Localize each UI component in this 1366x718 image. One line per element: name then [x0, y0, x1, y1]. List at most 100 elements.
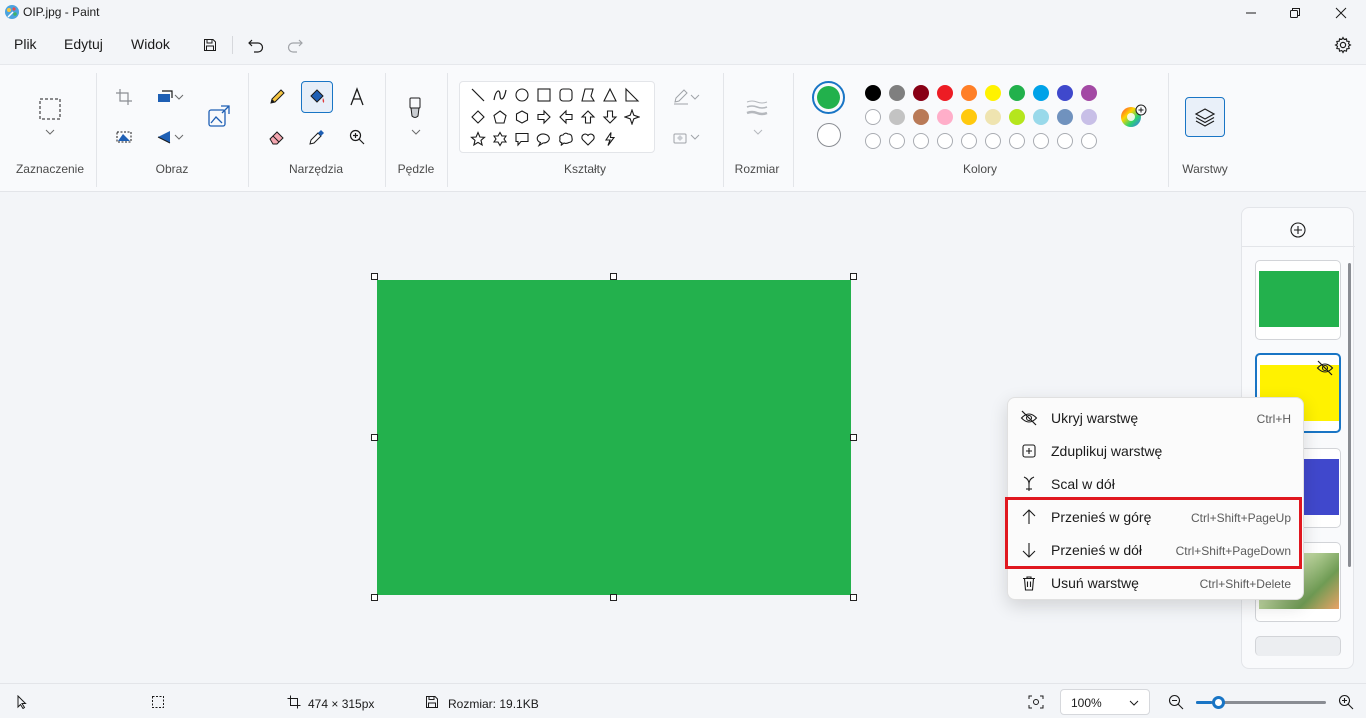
- drawing-canvas[interactable]: [377, 280, 851, 595]
- resize-handle-left[interactable]: [371, 434, 378, 441]
- color-swatch[interactable]: [1081, 109, 1097, 125]
- menu-edit[interactable]: Edytuj: [64, 36, 103, 52]
- brushes-dropdown-chevron[interactable]: [411, 128, 421, 136]
- shape-curve[interactable]: [491, 86, 509, 104]
- color-swatch[interactable]: [865, 85, 881, 101]
- selection-dropdown-chevron[interactable]: [45, 128, 55, 136]
- menu-item-delete-layer[interactable]: Usuń warstwę Ctrl+Shift+Delete: [1008, 567, 1305, 599]
- maximize-button[interactable]: [1272, 0, 1318, 26]
- remove-background-button[interactable]: [109, 122, 139, 152]
- edit-colors-button[interactable]: [1119, 103, 1147, 131]
- color-swatch[interactable]: [937, 85, 953, 101]
- layers-toggle-button[interactable]: [1185, 97, 1225, 137]
- zoom-level-dropdown[interactable]: 100%: [1060, 689, 1150, 715]
- zoom-out-button[interactable]: [1168, 694, 1184, 710]
- shape-six-point-star[interactable]: [491, 130, 509, 148]
- color-swatch[interactable]: [1033, 85, 1049, 101]
- shape-pentagon[interactable]: [491, 108, 509, 126]
- secondary-color-button[interactable]: [817, 123, 841, 147]
- color-swatch[interactable]: [1057, 85, 1073, 101]
- color-swatch[interactable]: [1009, 85, 1025, 101]
- fit-to-window-button[interactable]: [1028, 695, 1044, 709]
- layer-2-hidden-indicator[interactable]: [1316, 360, 1334, 376]
- color-swatch[interactable]: [1057, 133, 1073, 149]
- shape-triangle[interactable]: [601, 86, 619, 104]
- layer-1[interactable]: [1255, 260, 1341, 340]
- color-picker-button[interactable]: [302, 122, 332, 152]
- color-swatch[interactable]: [985, 85, 1001, 101]
- resize-handle-bottom-left[interactable]: [371, 594, 378, 601]
- shape-cloud-callout[interactable]: [557, 130, 575, 148]
- zoom-slider-track[interactable]: [1196, 696, 1326, 709]
- color-swatch[interactable]: [1033, 109, 1049, 125]
- color-swatch[interactable]: [937, 133, 953, 149]
- shape-right-triangle[interactable]: [623, 86, 641, 104]
- color-swatch[interactable]: [961, 109, 977, 125]
- color-swatch[interactable]: [961, 85, 977, 101]
- color-swatch[interactable]: [889, 109, 905, 125]
- resize-button[interactable]: [149, 82, 191, 112]
- menu-item-merge-down[interactable]: Scal w dół: [1008, 468, 1305, 500]
- shape-fill-button[interactable]: [665, 122, 707, 152]
- zoom-slider-thumb[interactable]: [1212, 696, 1225, 709]
- shape-line[interactable]: [469, 86, 487, 104]
- primary-color-button[interactable]: [812, 81, 845, 114]
- image-creator-button[interactable]: [204, 101, 234, 131]
- save-button[interactable]: [196, 31, 224, 59]
- color-swatch[interactable]: [1009, 109, 1025, 125]
- color-swatch[interactable]: [865, 133, 881, 149]
- shape-polygon[interactable]: [579, 86, 597, 104]
- shape-hexagon[interactable]: [513, 108, 531, 126]
- resize-handle-right[interactable]: [850, 434, 857, 441]
- add-layer-button[interactable]: [1289, 221, 1307, 239]
- color-swatch[interactable]: [937, 109, 953, 125]
- menu-view[interactable]: Widok: [131, 36, 170, 52]
- color-swatch[interactable]: [913, 109, 929, 125]
- shape-arrow-up[interactable]: [579, 108, 597, 126]
- fill-tool-button[interactable]: [301, 81, 333, 113]
- crop-button[interactable]: [109, 82, 139, 112]
- zoom-in-button[interactable]: [1338, 694, 1354, 710]
- resize-handle-bottom[interactable]: [610, 594, 617, 601]
- shape-oval[interactable]: [513, 86, 531, 104]
- stroke-size-button[interactable]: [742, 93, 772, 123]
- layers-scrollbar[interactable]: [1348, 263, 1351, 567]
- shape-rectangle[interactable]: [535, 86, 553, 104]
- shape-heart[interactable]: [579, 130, 597, 148]
- magnifier-button[interactable]: [342, 122, 372, 152]
- menu-item-hide-layer[interactable]: Ukryj warstwę Ctrl+H: [1008, 402, 1305, 434]
- color-swatch[interactable]: [1033, 133, 1049, 149]
- menu-file[interactable]: Plik: [14, 36, 37, 52]
- color-swatch[interactable]: [913, 85, 929, 101]
- color-swatch[interactable]: [1081, 85, 1097, 101]
- selection-tool-button[interactable]: [34, 93, 66, 125]
- size-dropdown-chevron[interactable]: [753, 128, 763, 136]
- color-swatch[interactable]: [985, 109, 1001, 125]
- shape-rounded-rectangle[interactable]: [557, 86, 575, 104]
- resize-handle-top[interactable]: [610, 273, 617, 280]
- settings-button[interactable]: [1330, 32, 1356, 58]
- shape-arrow-left[interactable]: [557, 108, 575, 126]
- color-swatch[interactable]: [1057, 109, 1073, 125]
- shape-oval-callout[interactable]: [535, 130, 553, 148]
- color-swatch[interactable]: [889, 133, 905, 149]
- color-swatch[interactable]: [961, 133, 977, 149]
- brushes-button[interactable]: [400, 93, 430, 123]
- shape-outline-button[interactable]: [665, 82, 707, 112]
- color-swatch[interactable]: [889, 85, 905, 101]
- color-swatch[interactable]: [1081, 133, 1097, 149]
- redo-button[interactable]: [281, 31, 309, 59]
- close-button[interactable]: [1318, 0, 1364, 26]
- shape-arrow-down[interactable]: [601, 108, 619, 126]
- resize-handle-top-left[interactable]: [371, 273, 378, 280]
- minimize-button[interactable]: [1228, 0, 1274, 26]
- shape-lightning[interactable]: [601, 130, 619, 148]
- menu-item-duplicate-layer[interactable]: Zduplikuj warstwę: [1008, 435, 1305, 467]
- color-swatch[interactable]: [913, 133, 929, 149]
- resize-handle-top-right[interactable]: [850, 273, 857, 280]
- shape-arrow-right[interactable]: [535, 108, 553, 126]
- color-swatch[interactable]: [865, 109, 881, 125]
- pencil-tool-button[interactable]: [262, 82, 292, 112]
- rotate-button[interactable]: [149, 122, 191, 152]
- color-swatch[interactable]: [1009, 133, 1025, 149]
